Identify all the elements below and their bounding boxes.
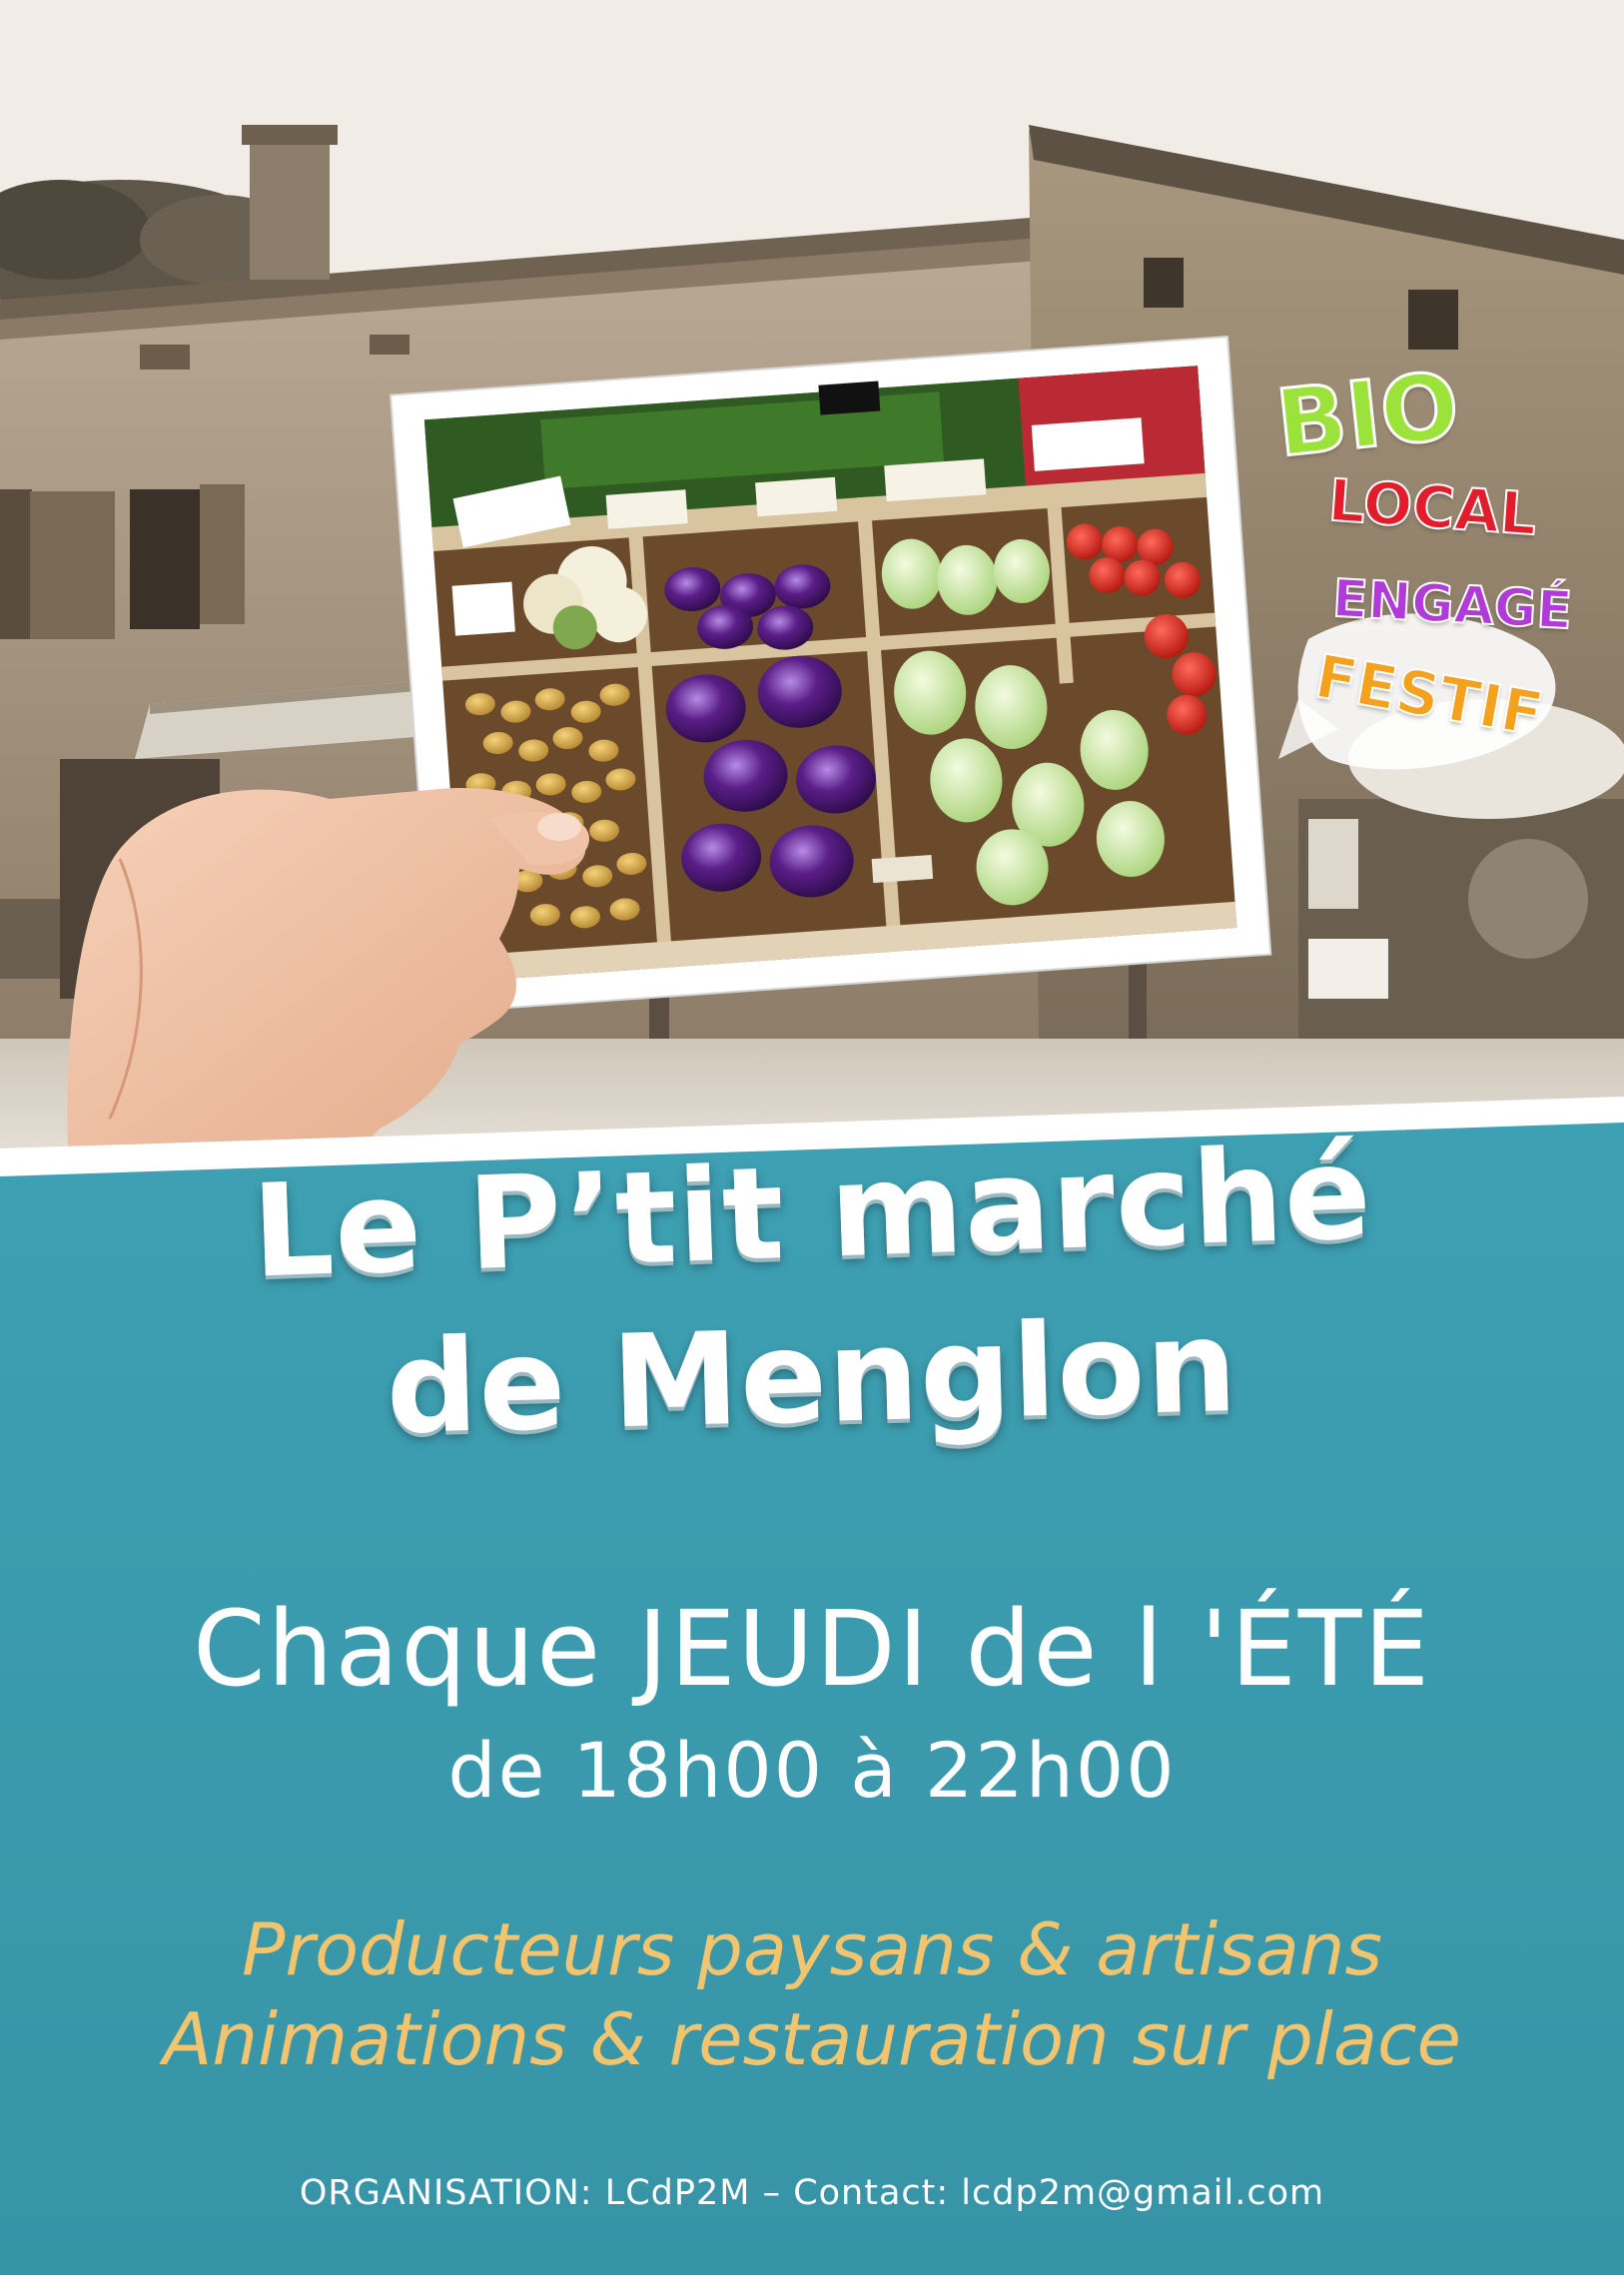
schedule-day: Chaque JEUDI de l 'ÉTÉ (192, 1588, 1432, 1710)
tag-bio: BIO (1269, 351, 1465, 478)
offer-line-1: Producteurs paysans & artisans (241, 1907, 1382, 1991)
tag-engage: ENGAGÉ (1330, 568, 1575, 642)
offer-line-2: Animations & restauration sur place (163, 1997, 1461, 2081)
title-line-2: de Menglon (384, 1291, 1240, 1464)
schedule-hours: de 18h00 à 22h00 (447, 1726, 1177, 1815)
tag-local: LOCAL (1325, 465, 1540, 549)
footer-contact: ORGANISATION: LCdP2M – Contact: lcdp2m@g… (299, 2173, 1325, 2213)
